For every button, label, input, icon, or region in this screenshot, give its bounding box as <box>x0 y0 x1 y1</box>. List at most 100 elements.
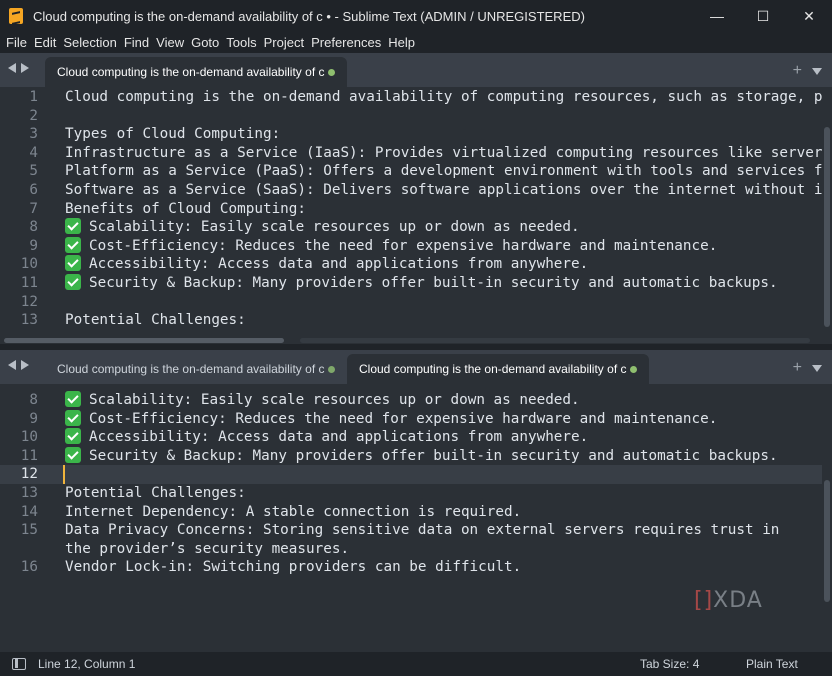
code-line[interactable]: 5 Platform as a Service (PaaS): Offers a … <box>0 162 832 181</box>
line-number: 14 <box>20 503 38 520</box>
tab-top-document[interactable]: Cloud computing is the on-demand availab… <box>45 57 347 87</box>
side-panel-icon[interactable] <box>12 658 26 670</box>
bottom-tab-bar: Cloud computing is the on-demand availab… <box>0 350 832 384</box>
code-line[interactable]: 14 Internet Dependency: A stable connecti… <box>0 503 832 522</box>
scrollbar-thumb[interactable] <box>824 480 830 602</box>
menu-goto[interactable]: Goto <box>191 35 219 50</box>
code-line[interactable]: 10 Accessibility: Access data and applica… <box>0 255 832 274</box>
vertical-scrollbar-top[interactable] <box>822 87 832 336</box>
unsaved-dot-icon[interactable] <box>328 366 335 373</box>
code-line[interactable]: 9 Cost-Efficiency: Reduces the need for e… <box>0 409 832 429</box>
arrow-left-icon[interactable] <box>8 360 16 370</box>
line-text[interactable]: Potential Challenges: <box>65 311 246 330</box>
arrow-right-icon[interactable] <box>21 63 29 73</box>
minimize-button[interactable]: — <box>694 0 740 32</box>
line-text[interactable]: Scalability: Easily scale resources up o… <box>65 391 580 410</box>
code-line[interactable]: 12 <box>0 465 832 485</box>
code-line[interactable]: 7 Benefits of Cloud Computing: <box>0 200 832 219</box>
code-line[interactable]: 1 Cloud computing is the on-demand availa… <box>0 88 832 107</box>
menu-tools[interactable]: Tools <box>226 35 256 50</box>
line-text[interactable]: Security & Backup: Many providers offer … <box>65 446 778 466</box>
code-line[interactable]: 8 Scalability: Easily scale resources up … <box>0 218 832 237</box>
line-text[interactable]: Software as a Service (SaaS): Delivers s… <box>65 181 822 200</box>
line-text[interactable]: Data Privacy Concerns: Storing sensitive… <box>65 521 779 540</box>
line-number: 11 <box>20 275 38 291</box>
unsaved-dot-icon[interactable] <box>630 366 637 373</box>
line-text[interactable]: Potential Challenges: <box>65 484 246 503</box>
line-number: 1 <box>29 89 38 105</box>
code-line[interactable]: 11 Security & Backup: Many providers offe… <box>0 274 832 293</box>
line-text[interactable]: Cloud computing is the on-demand availab… <box>65 88 822 107</box>
tab-bottom-document-1[interactable]: Cloud computing is the on-demand availab… <box>45 354 347 384</box>
tab-label: Cloud computing is the on-demand availab… <box>57 362 325 376</box>
code-line[interactable]: 12 <box>0 293 832 312</box>
maximize-button[interactable]: ☐ <box>740 0 786 32</box>
syntax-indicator[interactable]: Plain Text <box>746 657 798 671</box>
check-mark-icon <box>65 409 81 426</box>
tab-size-indicator[interactable]: Tab Size: 4 <box>640 657 699 671</box>
line-text[interactable]: Accessibility: Access data and applicati… <box>65 255 588 274</box>
line-text[interactable]: the provider’s security measures. <box>65 540 349 559</box>
menu-file[interactable]: File <box>6 35 27 50</box>
line-text[interactable]: Cost-Efficiency: Reduces the need for ex… <box>65 409 717 429</box>
horizontal-scrollbar-top[interactable] <box>0 336 832 344</box>
editor-pane-top[interactable]: 1 Cloud computing is the on-demand availa… <box>0 87 832 336</box>
line-text[interactable]: Accessibility: Access data and applicati… <box>65 428 588 447</box>
window-title: Cloud computing is the on-demand availab… <box>33 8 585 24</box>
watermark-bracket: [] <box>694 588 714 613</box>
menu-selection[interactable]: Selection <box>63 35 116 50</box>
unsaved-dot-icon[interactable] <box>328 69 335 76</box>
tab-label: Cloud computing is the on-demand availab… <box>359 362 627 376</box>
menu-view[interactable]: View <box>156 35 184 50</box>
close-button[interactable]: ✕ <box>786 0 832 32</box>
line-text[interactable]: Platform as a Service (PaaS): Offers a d… <box>65 162 822 181</box>
code-line[interactable]: 15 Data Privacy Concerns: Storing sensiti… <box>0 521 832 540</box>
line-text[interactable]: Cost-Efficiency: Reduces the need for ex… <box>65 236 717 256</box>
code-line[interactable]: 11 Security & Backup: Many providers offe… <box>0 446 832 466</box>
tab-bottom-document-2[interactable]: Cloud computing is the on-demand availab… <box>347 354 649 384</box>
menu-preferences[interactable]: Preferences <box>311 35 381 50</box>
code-line[interactable]: 2 <box>0 107 832 126</box>
code-line[interactable]: 3 Types of Cloud Computing: <box>0 125 832 144</box>
line-number: 3 <box>29 126 38 143</box>
text-cursor <box>63 465 65 485</box>
code-line[interactable]: 16 Vendor Lock-in: Switching providers ca… <box>0 558 832 577</box>
line-text[interactable]: Infrastructure as a Service (IaaS): Prov… <box>65 144 822 163</box>
line-text[interactable]: Benefits of Cloud Computing: <box>65 200 306 219</box>
check-mark-icon <box>65 236 81 253</box>
line-text[interactable]: Types of Cloud Computing: <box>65 125 280 144</box>
arrow-left-icon[interactable] <box>8 63 16 73</box>
vertical-scrollbar-bottom[interactable] <box>822 384 832 652</box>
arrow-right-icon[interactable] <box>21 360 29 370</box>
chevron-down-icon[interactable] <box>812 67 822 75</box>
menu-project[interactable]: Project <box>264 35 304 50</box>
status-bar: Line 12, Column 1 Tab Size: 4 Plain Text <box>0 652 832 676</box>
code-line[interactable]: 9 Cost-Efficiency: Reduces the need for e… <box>0 236 832 256</box>
chevron-down-icon[interactable] <box>812 364 822 372</box>
line-text[interactable]: Internet Dependency: A stable connection… <box>65 503 521 522</box>
check-mark-icon <box>65 218 81 235</box>
code-line[interactable]: 13 Potential Challenges: <box>0 484 832 503</box>
title-bar: Cloud computing is the on-demand availab… <box>0 0 832 32</box>
line-text[interactable]: Scalability: Easily scale resources up o… <box>65 218 580 237</box>
scrollbar-thumb[interactable] <box>824 127 830 327</box>
code-line[interactable]: the provider’s security measures. <box>0 540 832 559</box>
menu-help[interactable]: Help <box>388 35 415 50</box>
menu-edit[interactable]: Edit <box>34 35 56 50</box>
cursor-position[interactable]: Line 12, Column 1 <box>38 657 135 671</box>
menu-find[interactable]: Find <box>124 35 149 50</box>
code-line[interactable]: 13 Potential Challenges: <box>0 311 832 330</box>
line-text[interactable]: Security & Backup: Many providers offer … <box>65 274 778 293</box>
scrollbar-thumb[interactable] <box>4 338 284 343</box>
line-number: 10 <box>20 429 38 446</box>
plus-icon[interactable]: + <box>793 62 802 80</box>
code-line[interactable]: 4 Infrastructure as a Service (IaaS): Pro… <box>0 144 832 163</box>
code-line[interactable]: 8 Scalability: Easily scale resources up … <box>0 391 832 410</box>
code-line[interactable]: 6 Software as a Service (SaaS): Delivers … <box>0 181 832 200</box>
check-mark-icon <box>65 274 81 290</box>
plus-icon[interactable]: + <box>793 359 802 377</box>
line-text[interactable]: Vendor Lock-in: Switching providers can … <box>65 558 521 577</box>
code-line[interactable]: 10 Accessibility: Access data and applica… <box>0 428 832 447</box>
line-number: 9 <box>29 237 38 254</box>
line-number: 5 <box>29 163 38 180</box>
